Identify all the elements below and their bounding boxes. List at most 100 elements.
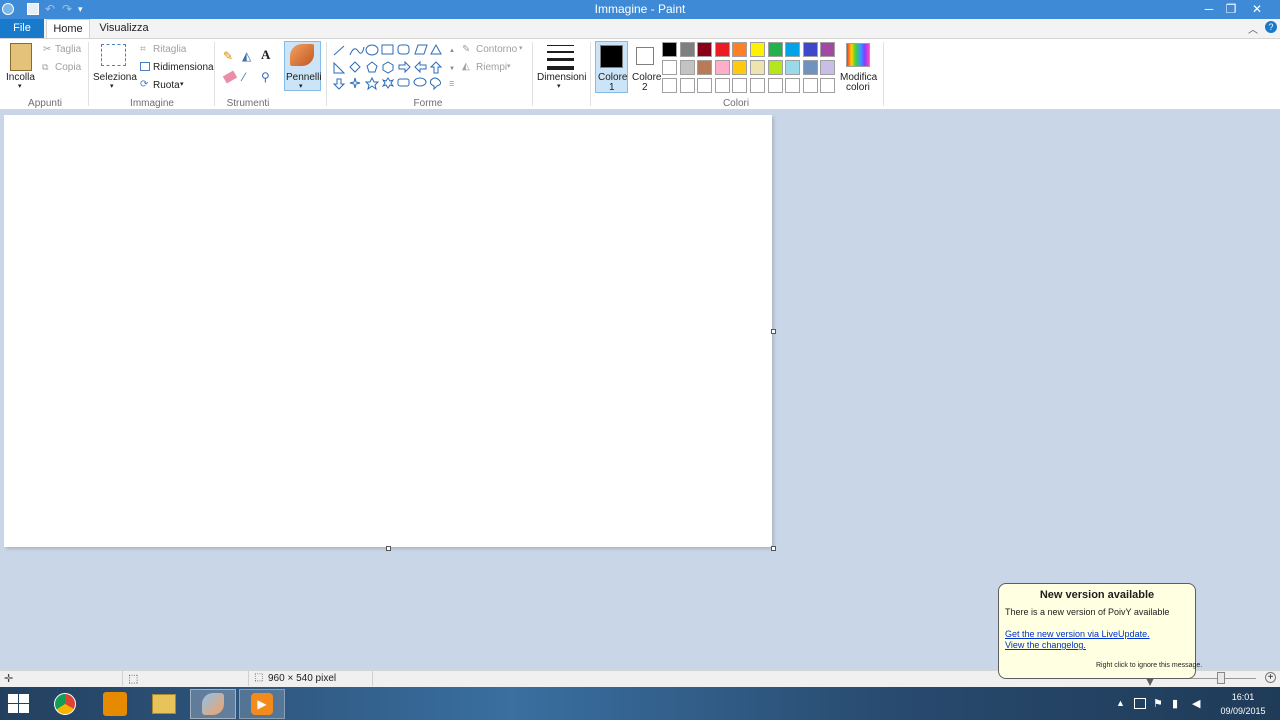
action-center-icon[interactable] — [1134, 698, 1146, 709]
crop-icon: ⌗ — [140, 44, 146, 55]
color2-swatch[interactable] — [636, 47, 654, 65]
zoom-in-icon[interactable]: + — [1265, 672, 1276, 683]
rotate-dropdown-icon[interactable]: ▾ — [180, 80, 184, 88]
zoom-slider-thumb[interactable] — [1217, 672, 1225, 684]
flag-icon[interactable]: ⚑ — [1153, 697, 1163, 710]
fill-bucket-icon[interactable]: ◭ — [242, 49, 251, 63]
magnifier-icon[interactable]: ⚲ — [261, 70, 270, 84]
outline-icon: ✎ — [462, 44, 471, 55]
palette-swatch[interactable] — [714, 42, 730, 57]
notification-pointer — [1146, 678, 1154, 686]
cut-button[interactable]: Taglia — [55, 44, 81, 55]
palette-swatch[interactable] — [750, 78, 765, 93]
resize-handle-corner[interactable] — [771, 546, 776, 551]
changelog-link[interactable]: View the changelog. — [1005, 640, 1086, 650]
chrome-icon[interactable] — [54, 693, 76, 715]
palette-swatch[interactable] — [802, 42, 818, 57]
palette-swatch[interactable] — [732, 78, 748, 93]
palette-swatch[interactable] — [697, 78, 713, 93]
palette-swatch[interactable] — [732, 60, 748, 75]
tab-file[interactable]: File — [0, 19, 44, 38]
close-button[interactable]: ✕ — [1246, 0, 1268, 19]
palette-swatch[interactable] — [785, 42, 801, 57]
brushes-dropdown-icon[interactable]: ▾ — [299, 82, 303, 90]
palette-swatch[interactable] — [802, 78, 818, 93]
shapes-gallery[interactable]: ▲ ▼ ☰ — [331, 43, 459, 93]
palette-swatch[interactable] — [662, 78, 677, 93]
color-palette — [662, 42, 840, 94]
rotate-button[interactable]: Ruota — [153, 80, 180, 91]
palette-swatch[interactable] — [697, 60, 713, 75]
select-dropdown-icon[interactable]: ▾ — [110, 82, 114, 90]
palette-swatch[interactable] — [662, 60, 677, 75]
collapse-ribbon-icon[interactable]: ︿ — [1248, 21, 1258, 36]
select-button[interactable]: Seleziona — [93, 72, 137, 83]
palette-swatch[interactable] — [820, 78, 836, 93]
tab-view[interactable]: Visualizza — [96, 19, 152, 38]
liveupdate-link[interactable]: Get the new version via LiveUpdate. — [1005, 629, 1150, 639]
color-picker-icon[interactable]: ⁄ — [243, 70, 245, 84]
fill-dropdown-icon[interactable]: ▾ — [507, 62, 511, 70]
palette-swatch[interactable] — [820, 60, 836, 75]
start-icon[interactable] — [8, 694, 30, 714]
palette-swatch[interactable] — [785, 78, 801, 93]
group-divider — [88, 42, 89, 106]
volume-icon[interactable]: ◀ — [1192, 697, 1200, 710]
group-divider — [326, 42, 327, 106]
palette-swatch[interactable] — [802, 60, 818, 75]
brushes-label: Pennelli — [286, 72, 322, 83]
show-hidden-icons-icon[interactable]: ▲ — [1116, 698, 1125, 708]
restore-button[interactable]: ❐ — [1220, 0, 1242, 19]
selection-size-icon: ⬚ — [128, 673, 139, 685]
palette-swatch[interactable] — [697, 42, 713, 57]
help-icon[interactable]: ? — [1265, 21, 1277, 33]
group-label-clipboard: Appunti — [28, 98, 62, 109]
size-button[interactable]: Dimensioni — [537, 72, 586, 83]
palette-swatch[interactable] — [750, 42, 765, 57]
palette-swatch[interactable] — [785, 60, 801, 75]
paste-dropdown-icon[interactable]: ▾ — [18, 82, 22, 90]
palette-swatch[interactable] — [679, 60, 695, 75]
palette-swatch[interactable] — [679, 78, 695, 93]
outline-button[interactable]: Contorno — [476, 44, 517, 55]
resize-handle-right[interactable] — [771, 329, 776, 334]
outlook-icon[interactable] — [103, 692, 127, 716]
notification-body: There is a new version of PoivY availabl… — [1005, 607, 1170, 617]
clock-time[interactable]: 16:01 — [1212, 692, 1274, 702]
network-icon[interactable]: ▮ — [1172, 697, 1178, 710]
group-divider — [590, 42, 591, 106]
palette-swatch[interactable] — [714, 78, 730, 93]
size-icon[interactable] — [547, 45, 574, 70]
palette-swatch[interactable] — [662, 42, 677, 57]
svg-text:▼: ▼ — [449, 66, 455, 72]
palette-swatch[interactable] — [750, 60, 765, 75]
palette-swatch[interactable] — [732, 42, 748, 57]
pencil-icon[interactable]: ✎ — [223, 49, 233, 63]
crop-button[interactable]: Ritaglia — [153, 44, 186, 55]
palette-swatch[interactable] — [714, 60, 730, 75]
palette-swatch[interactable] — [767, 42, 783, 57]
fill-button[interactable]: Riempi — [476, 62, 507, 73]
notification-footer: Right click to ignore this message. — [1096, 662, 1203, 669]
drawing-canvas[interactable] — [4, 115, 772, 547]
select-icon[interactable] — [101, 44, 126, 66]
palette-swatch[interactable] — [767, 78, 783, 93]
palette-swatch[interactable] — [767, 60, 783, 75]
paint-taskbar-icon — [202, 693, 224, 715]
text-tool-icon[interactable]: A — [261, 47, 270, 63]
size-dropdown-icon[interactable]: ▾ — [557, 82, 561, 90]
tab-home[interactable]: Home — [46, 19, 90, 39]
group-divider — [532, 42, 533, 106]
resize-handle-bottom[interactable] — [386, 546, 391, 551]
outline-dropdown-icon[interactable]: ▾ — [519, 44, 523, 52]
paste-icon[interactable] — [10, 43, 32, 71]
resize-button[interactable]: Ridimensiona — [153, 62, 214, 73]
resize-icon — [140, 62, 150, 71]
clock-date[interactable]: 09/09/2015 — [1212, 706, 1274, 716]
minimize-button[interactable]: ─ — [1198, 0, 1220, 19]
palette-swatch[interactable] — [679, 42, 695, 57]
edit-colors-icon[interactable] — [846, 43, 870, 67]
palette-swatch[interactable] — [820, 42, 836, 57]
copy-button[interactable]: Copia — [55, 62, 81, 73]
file-explorer-icon[interactable] — [152, 694, 176, 714]
